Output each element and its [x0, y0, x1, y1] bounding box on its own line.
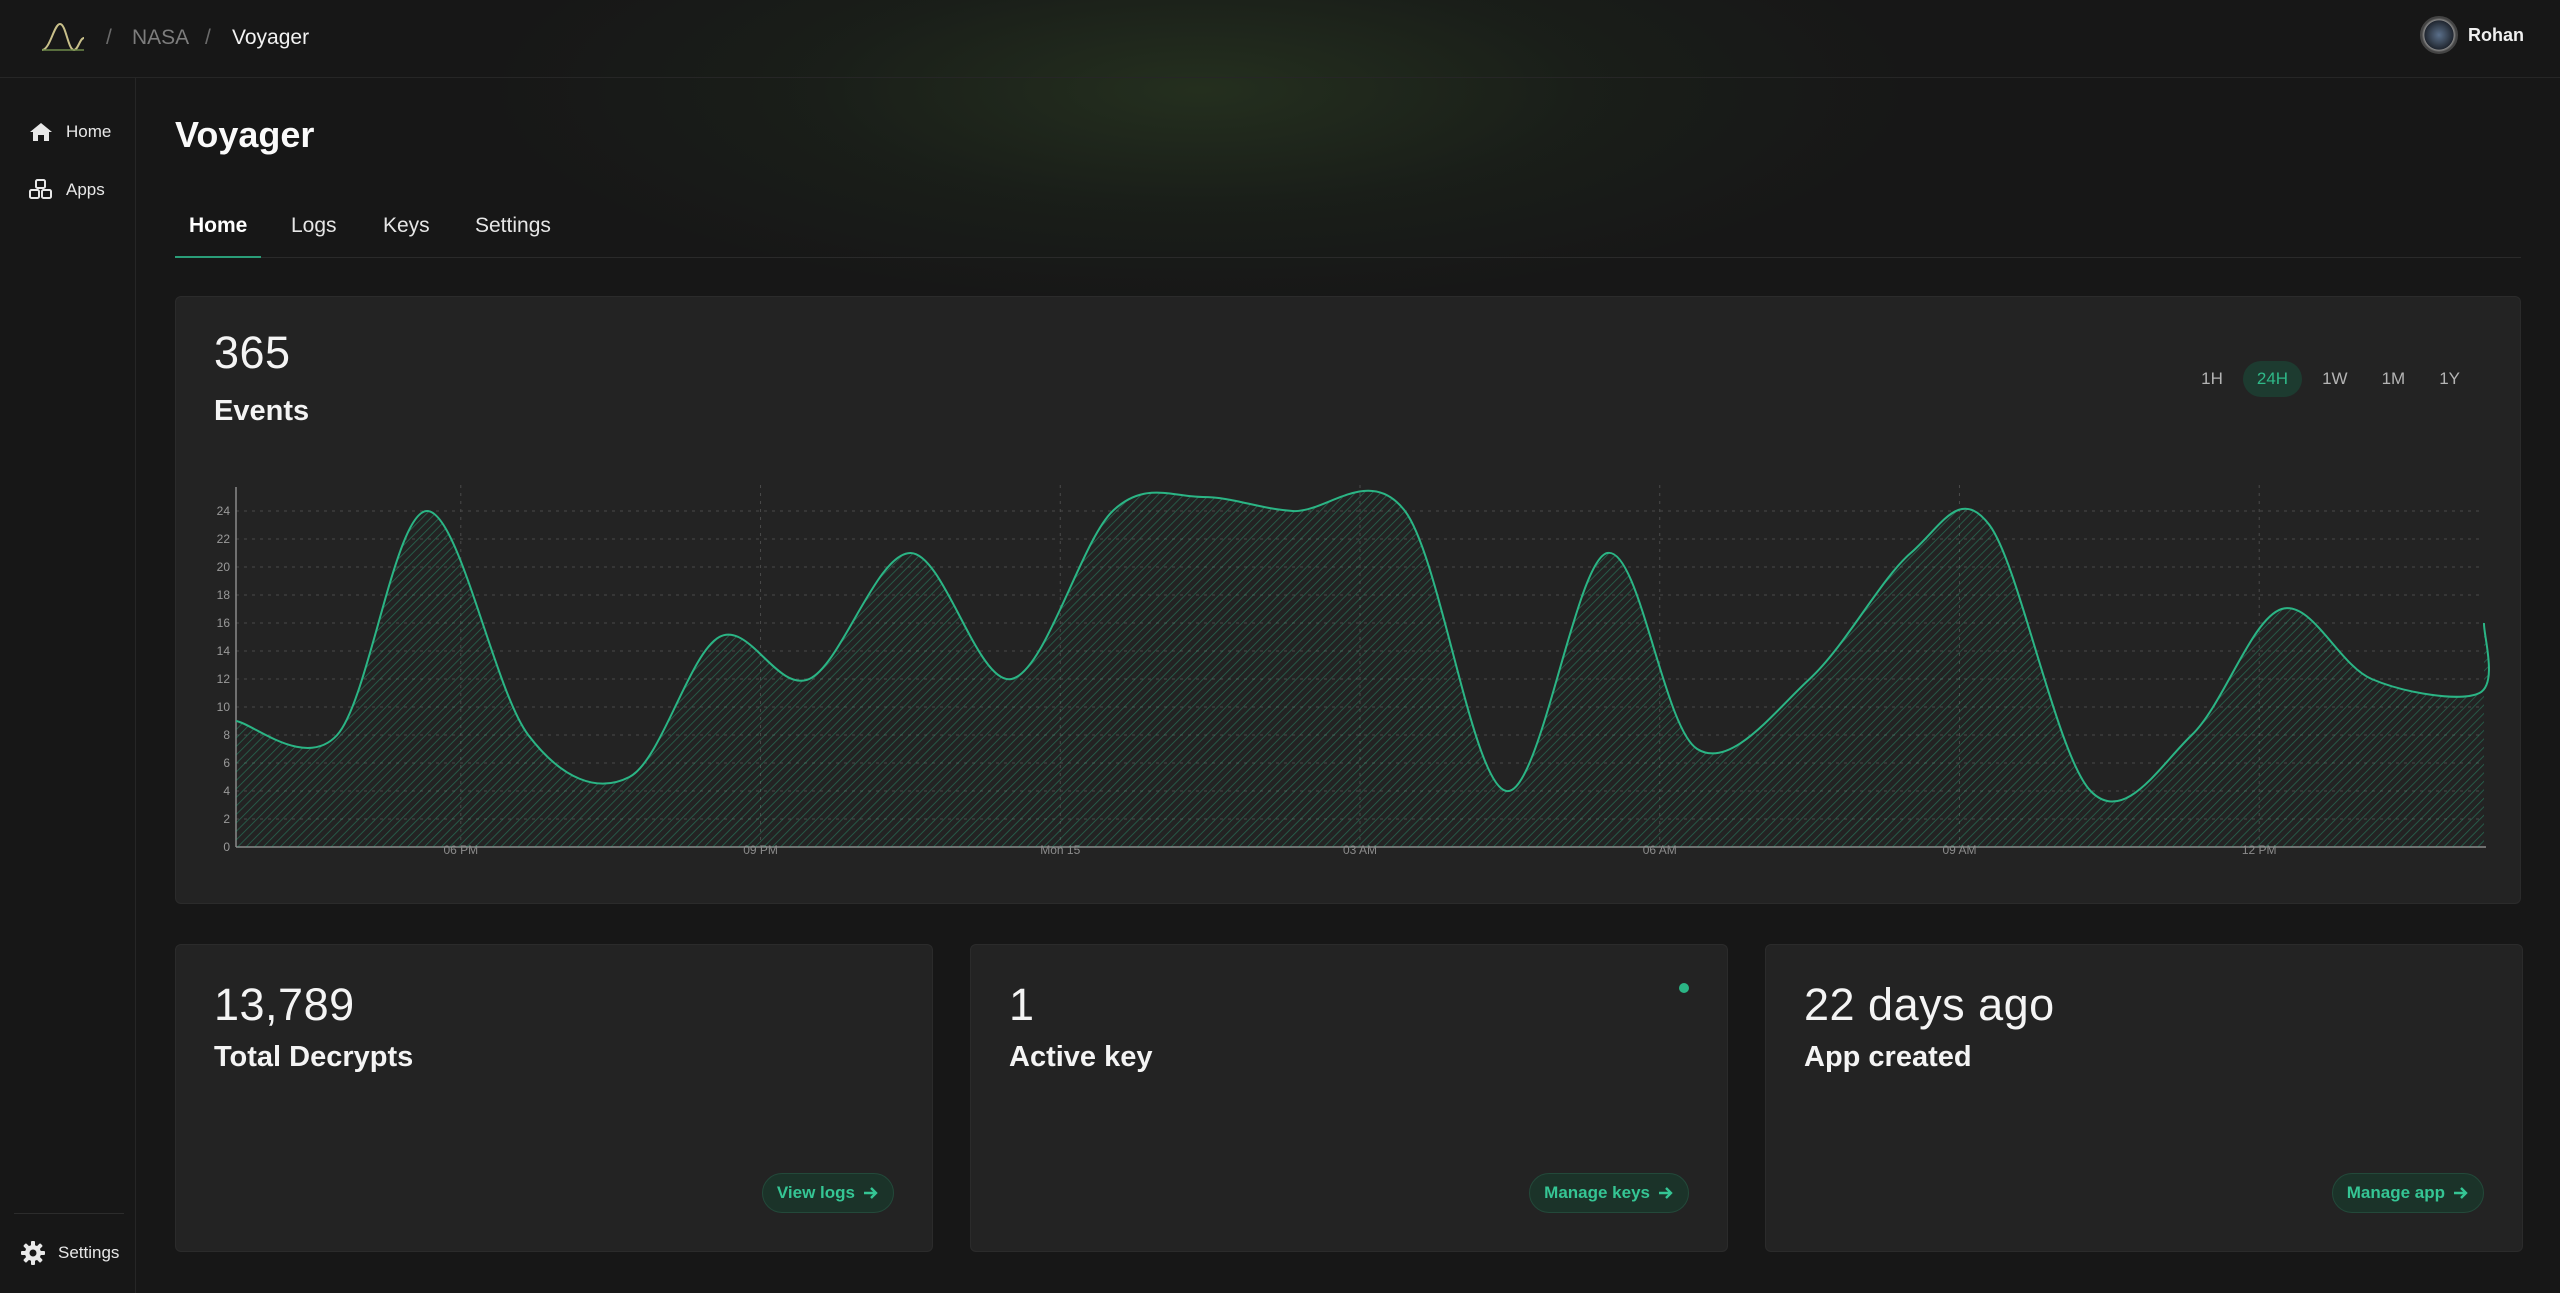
- page-title: Voyager: [175, 114, 315, 155]
- view-logs-button[interactable]: View logs: [761, 1173, 894, 1213]
- sidebar-item-settings[interactable]: Settings: [20, 1240, 119, 1266]
- manage-keys-label: Manage keys: [1544, 1183, 1650, 1202]
- arrow-right-icon: [2454, 1187, 2468, 1199]
- app-created-value: 22 days ago: [1804, 979, 2055, 1030]
- area-fill: [236, 490, 2489, 847]
- tab-settings[interactable]: Settings: [461, 214, 565, 258]
- y-tick-label: 24: [217, 504, 231, 518]
- total-decrypts-label: Total Decrypts: [214, 1041, 414, 1073]
- top-bar: / NASA / Voyager Rohan: [0, 0, 2560, 78]
- y-tick-label: 12: [217, 672, 231, 686]
- sidebar-item-home[interactable]: Home: [28, 121, 111, 143]
- y-tick-label: 18: [217, 588, 231, 602]
- y-tick-label: 16: [217, 616, 231, 630]
- tab-bar: Home Logs Keys Settings: [175, 206, 2521, 258]
- y-tick-label: 6: [223, 756, 230, 770]
- user-menu[interactable]: Rohan: [2420, 16, 2524, 54]
- active-key-card: 1 Active key Manage keys: [970, 944, 1728, 1252]
- manage-app-button[interactable]: Manage app: [2331, 1173, 2484, 1213]
- user-name: Rohan: [2468, 24, 2524, 45]
- app-created-card: 22 days ago App created Manage app: [1765, 944, 2523, 1252]
- manage-keys-button[interactable]: Manage keys: [1529, 1173, 1689, 1213]
- sidebar: Home Apps Settings: [0, 78, 136, 1293]
- tab-home[interactable]: Home: [175, 214, 262, 258]
- tab-logs[interactable]: Logs: [277, 214, 351, 258]
- sidebar-item-label: Settings: [58, 1243, 120, 1262]
- y-tick-label: 10: [217, 700, 231, 714]
- view-logs-label: View logs: [776, 1183, 855, 1202]
- y-tick-label: 14: [217, 644, 231, 658]
- events-card: 365 Events 1H 24H 1W 1M 1Y 0 2 4 6 8 10 12 14 16…: [175, 296, 2521, 904]
- events-chart[interactable]: 02468101214161820222406 PM 09 PM Mon 15 03 …: [176, 297, 2522, 905]
- sidebar-footer: Settings: [14, 1213, 124, 1293]
- sidebar-item-label: Home: [66, 122, 112, 141]
- gear-icon: [21, 1241, 45, 1265]
- tab-keys[interactable]: Keys: [369, 214, 444, 258]
- arrow-right-icon: [864, 1187, 878, 1199]
- breadcrumb-separator: /: [106, 26, 112, 49]
- home-icon: [30, 123, 52, 141]
- y-tick-label: 2: [223, 812, 230, 826]
- sidebar-item-label: Apps: [66, 180, 105, 199]
- breadcrumb-app[interactable]: Voyager: [232, 26, 309, 50]
- total-decrypts-value: 13,789: [214, 979, 355, 1030]
- y-tick-label: 8: [223, 728, 230, 742]
- arrow-right-icon: [1659, 1187, 1673, 1199]
- app-created-label: App created: [1804, 1041, 1972, 1073]
- active-key-label: Active key: [1009, 1041, 1153, 1073]
- y-tick-label: 22: [217, 532, 231, 546]
- breadcrumb-separator: /: [205, 26, 211, 49]
- active-key-value: 1: [1009, 979, 1035, 1030]
- breadcrumb-org[interactable]: NASA: [132, 26, 189, 50]
- logo-icon[interactable]: [40, 20, 86, 56]
- manage-app-label: Manage app: [2346, 1183, 2445, 1202]
- avatar: [2420, 16, 2458, 54]
- status-indicator: [1679, 983, 1689, 993]
- sidebar-item-apps[interactable]: Apps: [28, 179, 105, 201]
- y-tick-label: 4: [223, 784, 230, 798]
- y-tick-label: 20: [217, 560, 231, 574]
- cubes-icon: [29, 179, 52, 199]
- total-decrypts-card: 13,789 Total Decrypts View logs: [175, 944, 933, 1252]
- y-tick-label: 0: [223, 840, 230, 854]
